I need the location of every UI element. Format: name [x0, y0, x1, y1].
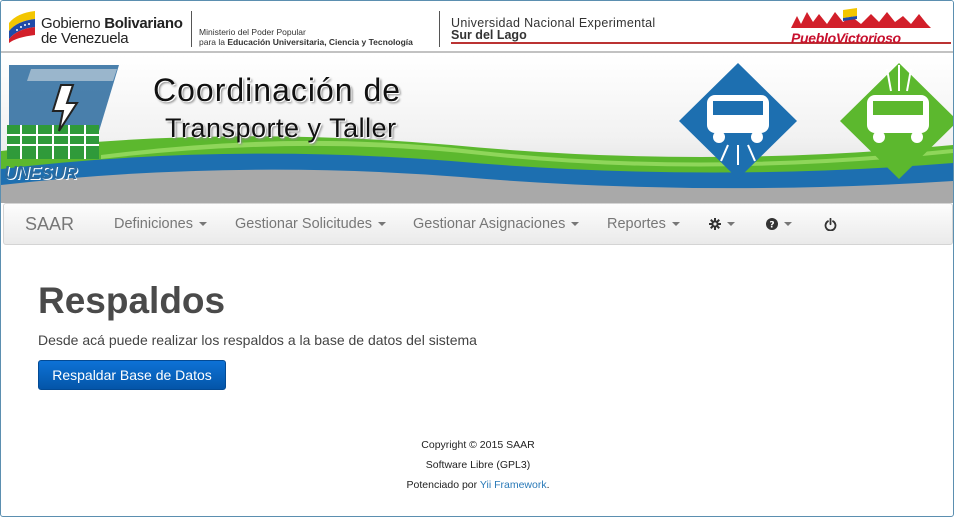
backup-database-button[interactable]: Respaldar Base de Datos — [38, 360, 226, 390]
government-header: Gobierno Bolivariano de Venezuela Minist… — [1, 1, 953, 53]
caret-down-icon — [571, 222, 580, 227]
ministry-line2: para la Educación Universitaria, Ciencia… — [199, 37, 413, 47]
banner-artwork — [1, 63, 953, 203]
nav-gestionar-asignaciones-dropdown[interactable]: Gestionar Asignaciones — [413, 204, 580, 244]
caret-down-icon — [784, 222, 792, 227]
browser-viewport: Gobierno Bolivariano de Venezuela Minist… — [0, 0, 954, 517]
nav-reportes-dropdown[interactable]: Reportes — [607, 204, 680, 244]
navbar: SAAR Definiciones Gestionar Solicitudes … — [3, 203, 953, 245]
page-title: Respaldos — [38, 280, 226, 321]
footer-copyright: Copyright © 2015 SAAR — [421, 439, 535, 451]
help-icon: ? — [766, 218, 778, 231]
caret-down-icon — [378, 222, 387, 227]
banner-title-line1: Coordinación de — [153, 72, 402, 108]
pueblo-victorioso-text: PuebloVictorioso — [791, 30, 901, 46]
caret-down-icon — [199, 222, 207, 227]
nav-label: Definiciones — [114, 216, 193, 232]
power-icon — [824, 217, 837, 231]
university-location: Sur del Lago — [451, 28, 527, 42]
nav-definiciones-dropdown[interactable]: Definiciones — [114, 204, 207, 244]
nav-label: Gestionar Asignaciones — [413, 216, 566, 232]
divider — [439, 11, 440, 47]
unesur-logo-text: UNESUR — [4, 163, 78, 183]
nav-settings-dropdown[interactable] — [709, 204, 735, 244]
banner-title-line2: Transporte y Taller — [165, 113, 397, 143]
caret-down-icon — [671, 222, 680, 227]
venezuela-flag-icon — [9, 11, 35, 43]
footer-powered-by: Potenciado por Yii Framework. — [406, 479, 550, 491]
nav-logout-button[interactable] — [824, 204, 837, 244]
government-name-line2: de Venezuela — [41, 30, 129, 47]
ministry-line1: Ministerio del Poder Popular — [199, 27, 306, 37]
caret-down-icon — [727, 222, 735, 227]
nav-label: Reportes — [607, 216, 666, 232]
yii-framework-link[interactable]: Yii Framework — [480, 479, 547, 491]
navbar-brand[interactable]: SAAR — [25, 204, 74, 244]
nav-label: Gestionar Solicitudes — [235, 216, 373, 232]
banner: Coordinación de Transporte y Taller UNES… — [1, 55, 953, 203]
svg-text:?: ? — [769, 221, 774, 231]
page-description: Desde acá puede realizar los respaldos a… — [38, 332, 477, 348]
nav-help-dropdown[interactable]: ? — [766, 204, 792, 244]
footer-license: Software Libre (GPL3) — [425, 459, 531, 471]
nav-gestionar-solicitudes-dropdown[interactable]: Gestionar Solicitudes — [235, 204, 387, 244]
divider — [191, 11, 192, 47]
gear-icon — [709, 218, 721, 231]
